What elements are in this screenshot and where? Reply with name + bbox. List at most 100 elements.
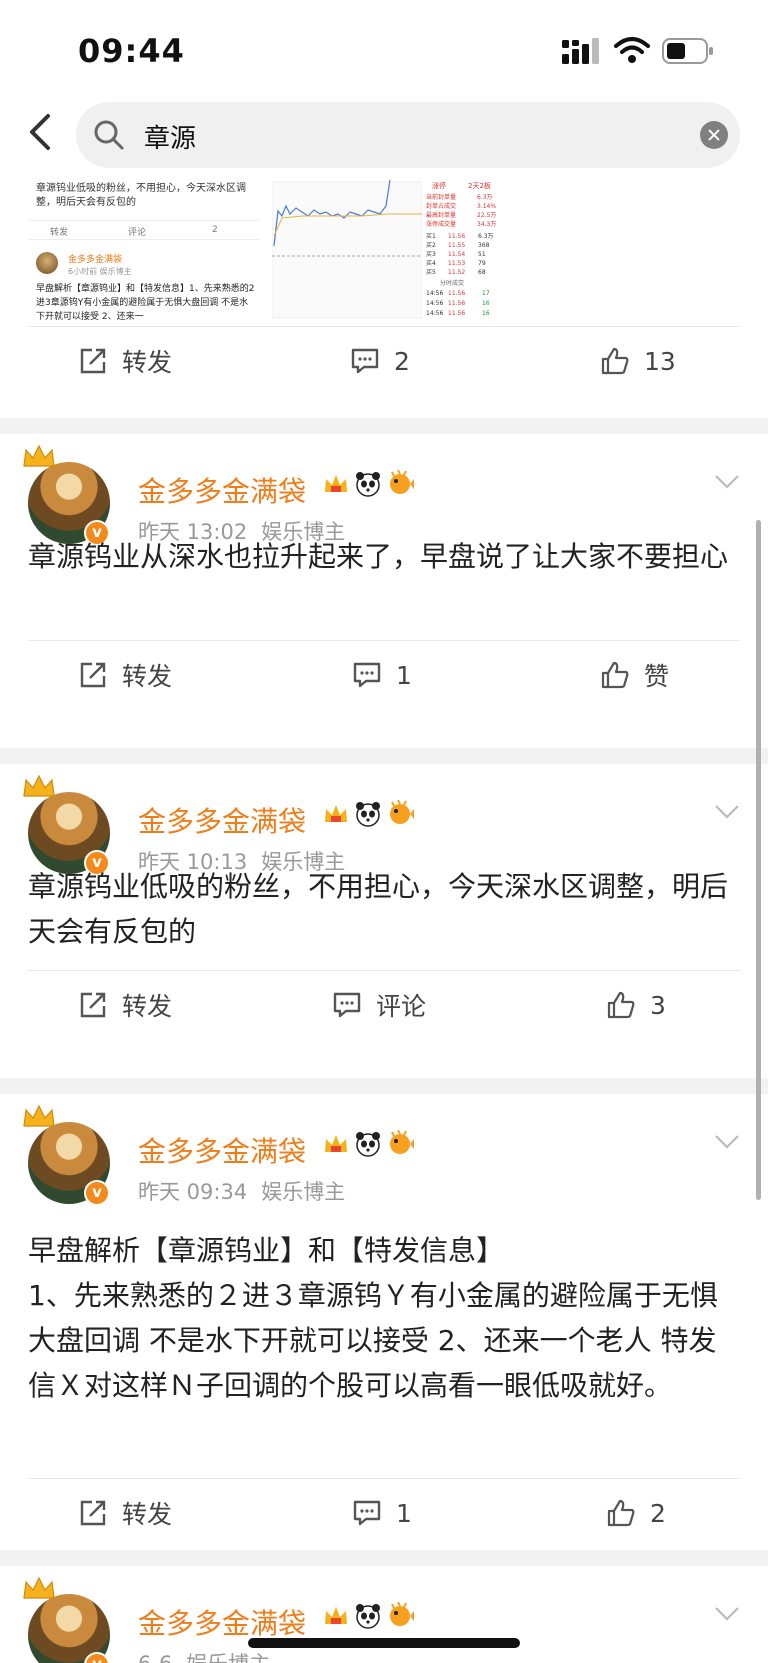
svg-text:16: 16: [482, 310, 490, 317]
emoji-badges: [322, 1601, 414, 1634]
comment-button[interactable]: 2: [350, 326, 410, 396]
partial-post-card: 章源钨业低吸的粉丝，不用担心，今天深水区调整，明后天会有反包的 转发 评论 2 …: [0, 176, 768, 418]
repost-button[interactable]: 转发: [78, 1478, 172, 1548]
pufferfish-icon: [386, 469, 414, 498]
like-button[interactable]: 13: [600, 326, 676, 396]
crown-badge-icon: [322, 1602, 350, 1630]
svg-text:11.56: 11.56: [448, 310, 465, 317]
post-text[interactable]: 章源钨业从深水也拉升起来了，早盘说了让大家不要担心: [28, 534, 740, 579]
comment-button[interactable]: 1: [352, 640, 412, 710]
thumb-meta: 6小时前 娱乐博主: [68, 267, 132, 276]
verified-badge-icon: v: [84, 1180, 110, 1206]
post-card[interactable]: v 金多多金满袋 昨天 09:34 娱乐博主 早盘解析【章源钨业】和【特发信息】 …: [0, 1094, 768, 1550]
crown-icon: [23, 1576, 55, 1599]
thumbs-up-icon: [601, 347, 629, 375]
post-meta: 昨天 09:34 娱乐博主: [138, 1176, 345, 1206]
repost-button[interactable]: 转发: [78, 326, 172, 396]
username[interactable]: 金多多金满袋: [138, 800, 306, 840]
like-button[interactable]: 2: [606, 1478, 666, 1548]
thumb-repost: 转发: [50, 228, 69, 238]
comment-count: 2: [394, 346, 410, 376]
thumb-text: 章源钨业低吸的粉丝，不用担心，今天深水区调整，明后天会有反包的: [36, 183, 246, 208]
svg-text:14:56: 14:56: [426, 310, 443, 317]
back-button[interactable]: [20, 110, 64, 154]
stock-chart-thumbnail[interactable]: 涨停 2天2板 当前封单量 6.3万 封单占成交 3.14% 最高封单量 22.…: [272, 176, 500, 324]
comment-icon: [353, 1500, 381, 1526]
pufferfish-icon: [386, 1601, 414, 1630]
chart-label-0: 涨停: [432, 181, 446, 190]
crown-icon: [23, 1104, 55, 1127]
comment-icon: [351, 348, 379, 374]
thumb-avatar: [36, 252, 58, 274]
like-button[interactable]: 3: [606, 970, 666, 1040]
repost-button[interactable]: 转发: [78, 640, 172, 710]
svg-text:11.52: 11.52: [448, 269, 465, 276]
post-time: 昨天 09:34: [138, 1180, 248, 1204]
svg-text:11.53: 11.53: [448, 260, 465, 267]
action-bar: 转发 2 13: [0, 326, 768, 396]
repost-label: 转发: [122, 662, 173, 691]
post-card[interactable]: v 金多多金满袋 昨天 10:13 娱乐博主 章源钨业低吸的粉丝，不用担心，今天深…: [0, 764, 768, 1078]
status-time: 09:44: [78, 32, 185, 70]
post-text[interactable]: 早盘解析【章源钨业】和【特发信息】 1、先来熟悉的２进３章源钨Ｙ有小金属的避险属…: [28, 1228, 740, 1408]
chevron-down-icon[interactable]: [714, 1606, 740, 1622]
svg-text:79: 79: [478, 260, 486, 267]
comment-count: 1: [396, 1498, 412, 1528]
clear-search-button[interactable]: [700, 121, 728, 149]
thumb-like-count: 2: [212, 225, 218, 235]
crown-icon: [23, 774, 55, 797]
svg-text:14:56: 14:56: [426, 300, 443, 307]
panda-icon: [354, 1602, 382, 1630]
thumbs-up-icon: [607, 991, 635, 1019]
repost-button[interactable]: 转发: [78, 970, 172, 1040]
like-label: 赞: [644, 662, 670, 691]
post-card[interactable]: v 金多多金满袋 昨天 13:02 娱乐博主 章源钨业从深水也拉升起来了，早盘说了…: [0, 434, 768, 748]
chevron-down-icon[interactable]: [714, 1134, 740, 1150]
chart-label-2: 当前封单量: [426, 193, 456, 201]
svg-text:368: 368: [478, 242, 490, 249]
svg-text:68: 68: [478, 269, 486, 276]
pufferfish-icon: [386, 1129, 414, 1158]
scrollbar[interactable]: [756, 520, 761, 1200]
chart-label-7: 22.5万: [477, 212, 496, 219]
like-button[interactable]: 赞: [600, 640, 669, 710]
username[interactable]: 金多多金满袋: [138, 1130, 306, 1170]
username[interactable]: 金多多金满袋: [138, 1602, 306, 1642]
search-input[interactable]: 章源: [76, 102, 740, 168]
repost-icon: [80, 992, 106, 1018]
panda-icon: [354, 800, 382, 828]
emoji-badges: [322, 469, 414, 502]
comment-button[interactable]: 评论: [332, 970, 426, 1040]
username[interactable]: 金多多金满袋: [138, 470, 306, 510]
home-indicator[interactable]: [248, 1638, 520, 1648]
chevron-down-icon[interactable]: [714, 804, 740, 820]
crown-badge-icon: [322, 800, 350, 828]
comment-button[interactable]: 1: [352, 1478, 412, 1548]
chart-label-6: 最高封单量: [426, 211, 456, 219]
section-gap: [0, 748, 768, 764]
section-gap: [0, 1078, 768, 1094]
svg-text:买5: 买5: [426, 268, 436, 276]
chart-label-4: 封单占成交: [426, 202, 456, 210]
like-count: 3: [650, 990, 666, 1020]
svg-text:17: 17: [482, 290, 490, 297]
svg-text:11.56: 11.56: [448, 233, 465, 240]
post-image-thumbnail[interactable]: 章源钨业低吸的粉丝，不用担心，今天深水区调整，明后天会有反包的 转发 评论 2 …: [28, 176, 260, 324]
svg-text:买3: 买3: [426, 250, 436, 258]
repost-icon: [80, 662, 106, 688]
thumb-username: 金多多金满袋: [68, 255, 123, 265]
search-icon: [94, 120, 124, 150]
crown-badge-icon: [322, 470, 350, 498]
chart-label-1: 2天2板: [468, 181, 491, 190]
post-text[interactable]: 章源钨业低吸的粉丝，不用担心，今天深水区调整，明后天会有反包的: [28, 864, 740, 954]
thumbs-up-icon: [601, 661, 629, 689]
battery-icon: [662, 38, 713, 64]
chevron-down-icon[interactable]: [714, 474, 740, 490]
section-gap: [0, 418, 768, 434]
thumb-comment: 评论: [128, 228, 147, 238]
emoji-badges: [322, 799, 414, 832]
post-card[interactable]: v 金多多金满袋 6-6娱乐博主: [0, 1566, 768, 1663]
thumb-action-bar: 转发 评论 2: [28, 220, 260, 240]
stock-chart: 涨停 2天2板 当前封单量 6.3万 封单占成交 3.14% 最高封单量 22.…: [272, 176, 500, 324]
status-bar: 09:44: [0, 0, 768, 96]
